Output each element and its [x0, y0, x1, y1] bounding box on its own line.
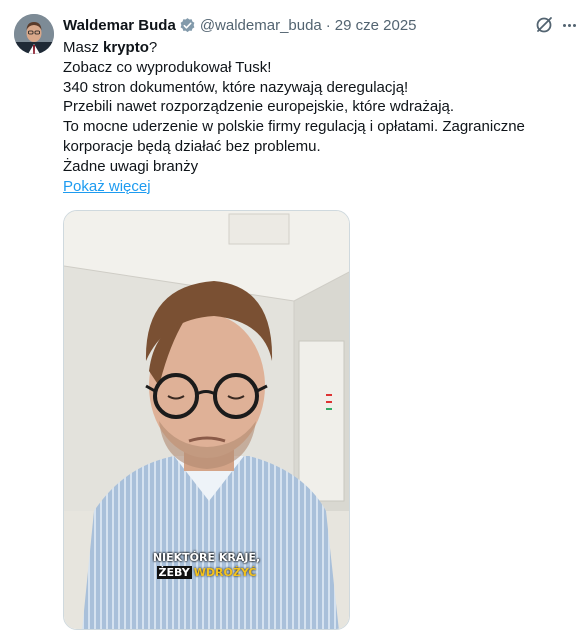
author-handle[interactable]: @waldemar_buda — [200, 17, 322, 34]
avatar-photo — [14, 14, 54, 54]
tweet-line-6: Żadne uwagi branży — [63, 157, 199, 175]
tweet-line-5: To mocne uderzenie w polskie firmy regul… — [63, 118, 530, 155]
more-options-icon[interactable] — [563, 24, 576, 27]
video-caption-line-1: NIEKTÓRE KRAJE, — [152, 551, 261, 564]
grok-icon[interactable] — [535, 16, 553, 34]
caption-highlight-yellow: WDROŻYĆ — [193, 566, 257, 579]
tweet-line-2: Zobacz co wyprodukował Tusk! — [63, 58, 272, 76]
hashtag-krypto[interactable]: krypto — [103, 39, 149, 56]
show-more-link[interactable]: Pokaż więcej — [63, 178, 151, 195]
tweet-line-1: Masz krypto? — [63, 39, 158, 56]
video-caption-line-2: ŻEBY WDROŻYĆ — [64, 566, 349, 579]
tweet-line-3: 340 stron dokumentów, które nazywają der… — [63, 78, 409, 96]
tweet-header: Waldemar Buda @waldemar_buda · 29 cze 20… — [63, 14, 417, 36]
author-name[interactable]: Waldemar Buda — [63, 17, 176, 34]
video-media[interactable]: NIEKTÓRE KRAJE, ŻEBY WDROŻYĆ — [63, 210, 350, 630]
caption-highlight-black: ŻEBY — [156, 566, 192, 579]
tweet: Waldemar Buda @waldemar_buda · 29 cze 20… — [0, 0, 586, 630]
tweet-date[interactable]: 29 cze 2025 — [335, 17, 417, 34]
verified-badge-icon — [179, 17, 196, 34]
meta-separator: · — [325, 16, 331, 34]
avatar[interactable] — [14, 14, 54, 54]
tweet-text: Masz krypto? Zobacz co wyprodukował Tusk… — [63, 38, 578, 196]
tweet-line-4: Przebili nawet rozporządzenie europejski… — [63, 98, 455, 116]
